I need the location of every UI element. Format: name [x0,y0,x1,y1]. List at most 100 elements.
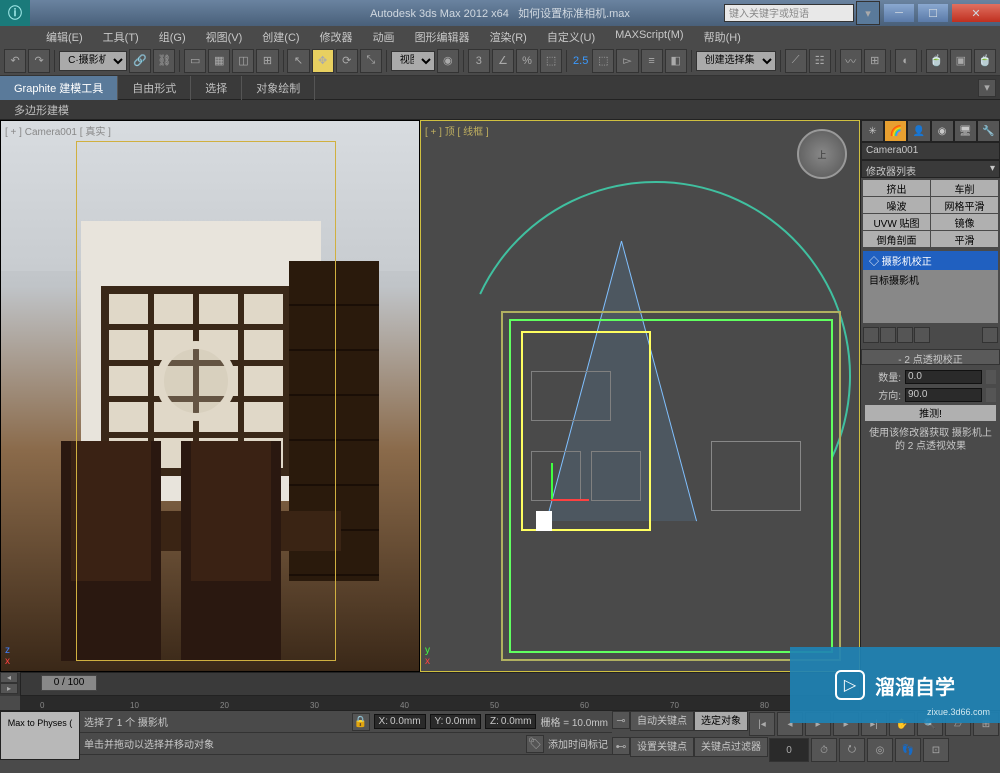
modifier-uvwmap-button[interactable]: UVW 贴图 [863,214,930,230]
rollout-header-2pt[interactable]: - 2 点透视校正 [861,349,1000,365]
dolly-button[interactable]: ◎ [867,738,893,762]
menu-maxscript[interactable]: MAXScript(M) [605,26,693,46]
maximize-button[interactable]: ☐ [918,4,948,22]
link-button[interactable]: 🔗 [129,49,151,73]
modifier-list-dropdown[interactable]: 修改器列表▾ [861,160,1000,178]
ribbon-tab-graphite[interactable]: Graphite 建模工具 [0,76,118,100]
angle-snap-button[interactable]: ∠ [492,49,514,73]
move-button[interactable]: ✥ [312,49,334,73]
rendered-frame-button[interactable]: ▣ [950,49,972,73]
key-filters-button[interactable]: 关键点过滤器 [694,737,768,757]
show-end-result-button[interactable] [880,327,896,343]
spinner-snap-button[interactable]: ⬚ [540,49,562,73]
direction-spin-buttons[interactable] [986,388,996,402]
orbit-button[interactable]: ⭮ [839,738,865,762]
viewport-top[interactable]: [ + ] 顶 [ 线框 ] 上 yx [420,120,860,672]
viewport-camera[interactable]: [ + ] Camera001 [ 真实 ] [0,120,420,672]
hierarchy-tab[interactable]: 👤 [907,120,930,142]
timeline-next-button[interactable]: ▸ [0,683,18,694]
menu-graph-editors[interactable]: 图形编辑器 [405,26,480,46]
autokey-button[interactable]: 自动关键点 [630,711,694,731]
time-config-button[interactable]: ⏱ [811,738,837,762]
configure-sets-button[interactable] [982,327,998,343]
menu-group[interactable]: 组(G) [149,26,196,46]
menu-tools[interactable]: 工具(T) [93,26,149,46]
material-editor-button[interactable]: ◐ [895,49,917,73]
time-slider[interactable]: 0 / 100 [41,675,97,691]
app-icon[interactable]: ⓘ [0,0,30,26]
modifier-stack[interactable]: ◇ 摄影机校正 目标摄影机 [863,251,998,323]
current-frame-field[interactable]: 0 [769,738,809,762]
modify-tab[interactable]: 🌈 [884,120,907,142]
named-sel-button[interactable]: ⬚ [592,49,614,73]
viewport-label-camera[interactable]: [ + ] Camera001 [ 真实 ] [5,123,111,138]
menu-views[interactable]: 视图(V) [196,26,253,46]
ribbon-minimize-button[interactable]: ▾ [978,79,996,97]
walk-button[interactable]: 👣 [895,738,921,762]
render-setup-button[interactable]: 🍵 [926,49,948,73]
lock-selection-button[interactable]: 🔒 [352,713,370,731]
select-object-button[interactable]: ▭ [184,49,206,73]
utilities-tab[interactable]: 🔧 [977,120,1000,142]
selection-set-dropdown[interactable]: 创建选择集 [696,51,776,71]
move-gizmo-icon[interactable] [551,461,591,501]
menu-create[interactable]: 创建(C) [252,26,309,46]
snap-toggle-button[interactable]: 3 [468,49,490,73]
align-button[interactable]: ≡ [641,49,663,73]
amount-spinner[interactable]: 0.0 [905,370,982,384]
goto-start-button[interactable]: |◂ [749,712,775,736]
motion-tab[interactable]: ◉ [931,120,954,142]
modifier-noise-button[interactable]: 噪波 [863,197,930,213]
modifier-meshsmooth-button[interactable]: 网格平滑 [931,197,998,213]
x-coord-field[interactable]: X:0.0mm [374,714,426,729]
select-button[interactable]: ↖ [287,49,309,73]
use-pivot-button[interactable]: ◉ [437,49,459,73]
modifier-smooth-button[interactable]: 平滑 [931,231,998,247]
modifier-lathe-button[interactable]: 车削 [931,180,998,196]
display-tab[interactable]: 🖥 [954,120,977,142]
add-time-tag[interactable]: 添加时间标记 [548,736,608,751]
ribbon-tab-freeform[interactable]: 自由形式 [118,76,191,100]
menu-edit[interactable]: 编辑(E) [36,26,93,46]
reference-coord-dropdown[interactable]: C·摄影机 [59,51,127,71]
remove-modifier-button[interactable] [914,327,930,343]
modifier-extrude-button[interactable]: 挤出 [863,180,930,196]
menu-rendering[interactable]: 渲染(R) [480,26,537,46]
viewport-label-top[interactable]: [ + ] 顶 [ 线框 ] [425,123,489,138]
select-region-button[interactable]: ◫ [232,49,254,73]
menu-modifiers[interactable]: 修改器 [310,26,363,46]
stack-item-camera-correction[interactable]: ◇ 摄影机校正 [863,251,998,270]
y-coord-field[interactable]: Y:0.0mm [430,714,481,729]
max-viewport-button[interactable]: ⊡ [923,738,949,762]
mirror-button[interactable]: ▻ [616,49,638,73]
make-unique-button[interactable] [897,327,913,343]
minimize-button[interactable]: ─ [884,4,914,22]
time-tag-button[interactable]: 🏷 [526,735,544,753]
amount-spin-buttons[interactable] [986,370,996,384]
menu-help[interactable]: 帮助(H) [694,26,751,46]
curve-editor-button[interactable]: 〰 [840,49,862,73]
modifier-mirror-button[interactable]: 镜像 [931,214,998,230]
modifier-bevel-button[interactable]: 倒角剖面 [863,231,930,247]
time-ruler[interactable]: 0 10 20 30 40 50 60 70 80 [20,696,860,710]
scale-button[interactable]: ⤡ [360,49,382,73]
object-name-field[interactable]: Camera001 [861,142,1000,160]
mirror-tool-button[interactable]: ⟋ [785,49,807,73]
maxscript-listener[interactable]: Max to Physes ( [0,711,80,760]
redo-button[interactable]: ↷ [28,49,50,73]
close-button[interactable]: ✕ [952,4,1000,22]
menu-customize[interactable]: 自定义(U) [537,26,605,46]
unlink-button[interactable]: ⛓ [153,49,175,73]
rotate-button[interactable]: ⟳ [336,49,358,73]
help-search-input[interactable]: 键入关键字或短语 [724,4,854,22]
selected-dropdown[interactable]: 选定对象 [694,711,748,731]
time-slider-track[interactable]: 0 / 100 [20,672,860,696]
timeline-prev-button[interactable]: ◂ [0,672,18,683]
ribbon-tab-object-paint[interactable]: 对象绘制 [242,76,315,100]
guess-button[interactable]: 推测! [865,405,996,421]
set-key-button[interactable]: ⊷ [612,737,630,755]
help-dropdown[interactable]: ▾ [856,1,880,25]
pin-stack-button[interactable] [863,327,879,343]
percent-snap-button[interactable]: % [516,49,538,73]
setkey-button[interactable]: 设置关键点 [630,737,694,757]
